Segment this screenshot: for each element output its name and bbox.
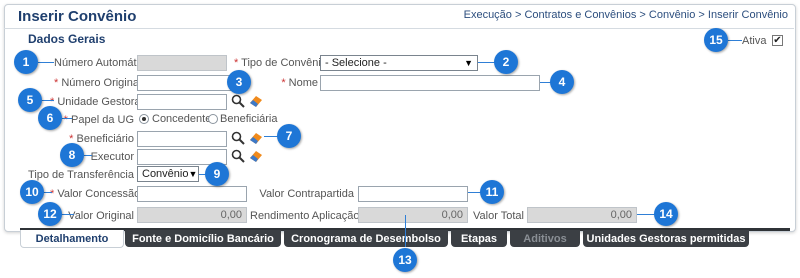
- radio-beneficiaria[interactable]: [208, 114, 218, 124]
- valor-concessao-label: * Valor Concessão: [50, 188, 141, 200]
- callout-badge-4: 4: [550, 70, 574, 94]
- ativa-checkbox[interactable]: ✔: [772, 35, 783, 46]
- tipo-convenio-select[interactable]: - Selecione - ▼: [320, 55, 478, 71]
- callout-badge-7: 7: [277, 124, 301, 148]
- callout-badge-14: 14: [654, 202, 678, 226]
- eraser-icon[interactable]: [249, 131, 263, 145]
- ativa-label: Ativa: [742, 35, 767, 47]
- unidade-gestora-field[interactable]: [137, 94, 227, 110]
- rendimento-aplicacao-label: Rendimento Aplicação: [250, 210, 360, 222]
- tab-etapas[interactable]: Etapas: [451, 230, 507, 247]
- papel-ug-label: * Papel da UG: [63, 114, 134, 126]
- callout-leader: [728, 40, 742, 41]
- valor-contrapartida-label: Valor Contrapartida: [259, 188, 354, 200]
- callout-leader: [62, 118, 72, 119]
- dropdown-arrow-icon: ▼: [188, 169, 198, 179]
- valor-original-field: [137, 207, 247, 223]
- callout-leader: [637, 214, 655, 215]
- numero-original-label: * Número Original: [54, 77, 142, 89]
- callout-badge-5: 5: [18, 88, 42, 112]
- unidade-gestora-label: * Unidade Gestora: [50, 96, 141, 108]
- callout-badge-11: 11: [480, 180, 504, 204]
- valor-original-label: Valor Original: [68, 210, 134, 222]
- tab-detalhamento[interactable]: Detalhamento: [20, 230, 124, 248]
- callout-leader: [84, 155, 92, 156]
- tipo-transferencia-select[interactable]: Convênio ▼: [137, 166, 199, 182]
- beneficiario-field[interactable]: [137, 131, 227, 147]
- valor-total-label: Valor Total: [473, 210, 524, 222]
- radio-concedente[interactable]: [139, 114, 149, 124]
- valor-contrapartida-field[interactable]: [358, 186, 468, 202]
- dropdown-arrow-icon: ▼: [464, 58, 473, 68]
- page-title: Inserir Convênio: [18, 8, 137, 25]
- callout-badge-8: 8: [60, 143, 84, 167]
- callout-badge-6: 6: [38, 106, 62, 130]
- tab-aditivos: Aditivos: [510, 230, 580, 247]
- callout-badge-9: 9: [205, 162, 229, 186]
- callout-badge-1: 1: [14, 50, 38, 74]
- search-icon[interactable]: [231, 131, 245, 145]
- callout-badge-13: 13: [393, 248, 417, 272]
- search-icon[interactable]: [231, 149, 245, 163]
- callout-badge-10: 10: [20, 180, 44, 204]
- nome-field[interactable]: [320, 75, 540, 91]
- callout-badge-3: 3: [227, 70, 251, 94]
- callout-leader: [38, 62, 54, 63]
- numero-automatico-label: Número Automático: [54, 57, 151, 69]
- tab-fonte-domicilio[interactable]: Fonte e Domicílio Bancário: [125, 230, 281, 247]
- numero-automatico-field: [137, 55, 227, 71]
- callout-leader: [40, 100, 54, 101]
- callout-leader: [405, 215, 406, 247]
- eraser-icon[interactable]: [249, 149, 263, 163]
- callout-leader: [60, 214, 74, 215]
- callout-badge-12: 12: [38, 202, 62, 226]
- breadcrumb: Execução > Contratos e Convênios > Convê…: [463, 9, 788, 21]
- valor-concessao-field[interactable]: [137, 186, 247, 202]
- tab-cronograma[interactable]: Cronograma de Desembolso: [284, 230, 448, 247]
- tipo-convenio-label: * Tipo de Convênio: [234, 57, 327, 69]
- callout-leader: [264, 136, 278, 137]
- tipo-transferencia-label: Tipo de Transferência: [28, 169, 134, 181]
- search-icon[interactable]: [231, 94, 245, 108]
- nome-label: * Nome: [281, 77, 318, 89]
- rendimento-aplicacao-field: [358, 207, 468, 223]
- valor-total-field: [527, 207, 637, 223]
- radio-beneficiaria-label: Beneficiária: [220, 113, 278, 125]
- eraser-icon[interactable]: [249, 94, 263, 108]
- radio-concedente-label: Concedente: [152, 113, 212, 125]
- section-title: Dados Gerais: [28, 32, 106, 46]
- callout-badge-15: 15: [704, 28, 728, 52]
- tab-unidades-gestoras[interactable]: Unidades Gestoras permitidas: [583, 230, 749, 247]
- callout-badge-2: 2: [494, 50, 518, 74]
